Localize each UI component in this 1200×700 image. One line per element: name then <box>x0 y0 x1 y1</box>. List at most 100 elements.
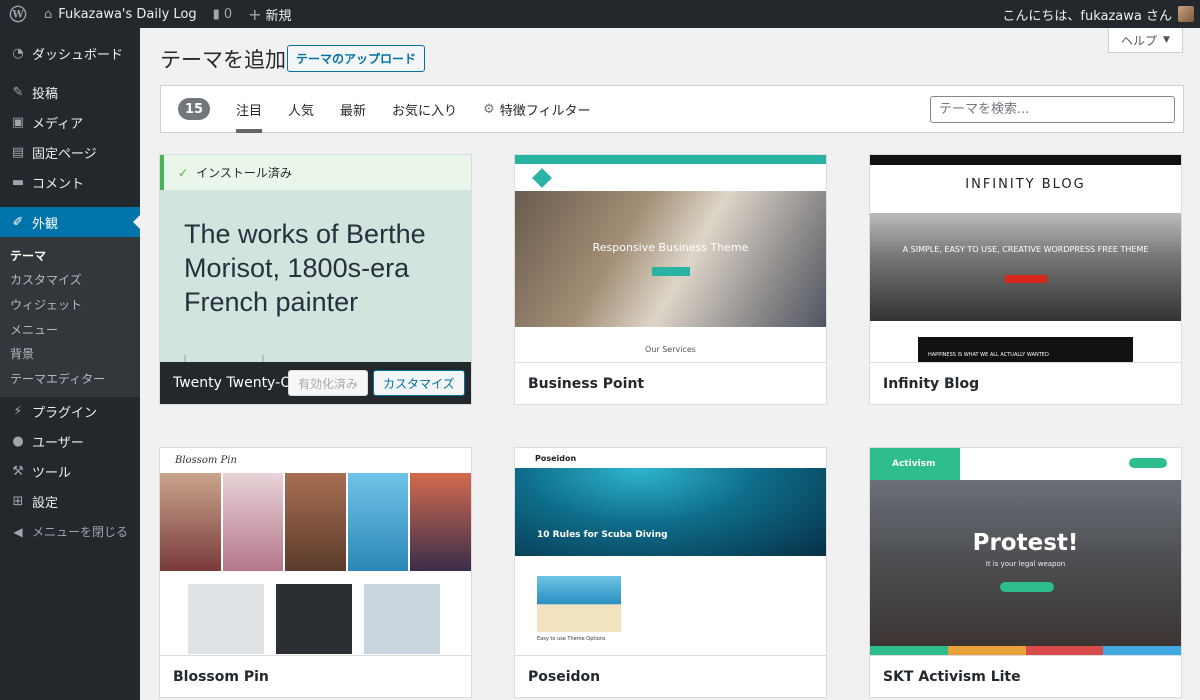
new-content-link[interactable]: + 新規 <box>240 0 299 28</box>
comments-link[interactable]: ▮ 0 <box>205 0 240 28</box>
admin-sidebar: ◔ ダッシュボード ✎ 投稿 ▣ メディア ▤ 固定ページ ▬ コメント ✐ 外観 テーマ … <box>0 28 140 700</box>
new-label: 新規 <box>265 8 292 24</box>
submenu-background[interactable]: 背景 <box>0 341 140 366</box>
theme-name: SKT Activism Lite <box>870 655 1181 697</box>
menu-collapse[interactable]: ◀ メニューを閉じる <box>0 517 140 547</box>
menu-label: ダッシュボード <box>32 47 124 63</box>
preview-image <box>537 576 621 632</box>
settings-icon: ⊞ <box>12 494 24 510</box>
submenu-widgets[interactable]: ウィジェット <box>0 292 140 317</box>
wrench-icon: ⚒ <box>12 464 24 480</box>
wordpress-logo-icon[interactable]: W <box>0 0 36 28</box>
checkmark-icon: ✓ <box>178 165 189 180</box>
menu-comments[interactable]: ▬ コメント <box>0 167 140 197</box>
menu-label: メニューを閉じる <box>32 525 129 540</box>
upload-theme-button[interactable]: テーマのアップロード <box>287 45 426 72</box>
preview-hero: Protest! It is your legal weapon <box>870 480 1181 655</box>
theme-filter-bar: 15 注目 人気 最新 お気に入り ⚙ 特徴フィルター <box>160 85 1184 133</box>
theme-preview-text: The works of Berthe Morisot, 1800s-era F… <box>184 219 426 317</box>
theme-name: Twenty Twenty-One <box>173 375 288 391</box>
preview-photo-row <box>188 584 440 654</box>
feature-filter-button[interactable]: ⚙ 特徴フィルター <box>483 100 590 119</box>
help-label: ヘルプ <box>1121 33 1158 48</box>
preview-headline: Protest! <box>972 530 1079 556</box>
menu-label: メディア <box>32 116 84 132</box>
account-menu[interactable]: こんにちは、fukazawa さん <box>994 0 1200 28</box>
comment-icon: ▬ <box>11 174 25 190</box>
preview-caption: Easy to use Theme Options <box>537 636 606 642</box>
menu-dashboard[interactable]: ◔ ダッシュボード <box>0 38 140 68</box>
preview-logo: Blossom Pin <box>175 454 237 466</box>
user-icon: ● <box>12 434 24 450</box>
submenu-customize[interactable]: カスタマイズ <box>0 268 140 293</box>
tab-popular[interactable]: 人気 <box>288 85 314 133</box>
active-theme-bar: Twenty Twenty-One 有効化済み カスタマイズ <box>160 362 471 404</box>
preview-headline: 10 Rules for Scuba Diving <box>537 530 668 540</box>
tab-featured[interactable]: 注目 <box>236 85 263 133</box>
menu-label: ユーザー <box>32 436 84 452</box>
theme-card-skt-activism-lite[interactable]: Activism Protest! It is your legal weapo… <box>869 447 1182 698</box>
theme-card-infinity-blog[interactable]: INFINITY BLOG A SIMPLE, EASY TO USE, CRE… <box>869 154 1182 405</box>
site-name: Fukazawa's Daily Log <box>58 6 197 22</box>
feature-filter-label: 特徴フィルター <box>499 103 591 119</box>
page-title: テーマを追加 <box>160 48 286 72</box>
theme-screenshot: INFINITY BLOG A SIMPLE, EASY TO USE, CRE… <box>870 155 1181 362</box>
preview-nav: Activism <box>870 448 1181 480</box>
tab-favorites[interactable]: お気に入り <box>392 85 457 133</box>
preview-button <box>1005 275 1047 283</box>
installed-notice: ✓ インストール済み <box>160 155 471 190</box>
tab-latest[interactable]: 最新 <box>340 85 366 133</box>
preview-band-text: HAPPINESS IS WHAT WE ALL ACTUALLY WANTED <box>928 352 1049 358</box>
menu-pages[interactable]: ▤ 固定ページ <box>0 137 140 167</box>
theme-name: Poseidon <box>515 655 826 697</box>
theme-card-business-point[interactable]: Responsive Business Theme Our Services B… <box>514 154 827 405</box>
preview-logo: INFINITY BLOG <box>965 177 1086 192</box>
menu-appearance[interactable]: ✐ 外観 <box>0 207 140 237</box>
preview-band: HAPPINESS IS WHAT WE ALL ACTUALLY WANTED <box>918 337 1133 362</box>
theme-search-input[interactable] <box>930 96 1175 123</box>
appearance-submenu: テーマ カスタマイズ ウィジェット メニュー 背景 テーマエディター <box>0 237 140 397</box>
preview-tagline: A SIMPLE, EASY TO USE, CREATIVE WORDPRES… <box>902 245 1149 254</box>
theme-screenshot: Activism Protest! It is your legal weapo… <box>870 448 1181 655</box>
menu-settings[interactable]: ⊞ 設定 <box>0 487 140 517</box>
submenu-theme-editor[interactable]: テーマエディター <box>0 366 140 391</box>
menu-tools[interactable]: ⚒ ツール <box>0 457 140 487</box>
theme-card-blossom-pin[interactable]: Blossom Pin Blossom Pin <box>159 447 472 698</box>
customize-button[interactable]: カスタマイズ <box>373 370 465 396</box>
theme-card-twenty-twenty-one[interactable]: The works of Berthe Morisot, 1800s-era F… <box>159 154 472 405</box>
menu-media[interactable]: ▣ メディア <box>0 107 140 137</box>
menu-posts[interactable]: ✎ 投稿 <box>0 77 140 107</box>
theme-screenshot: Responsive Business Theme Our Services <box>515 155 826 362</box>
plugin-icon: ⚡ <box>13 404 23 420</box>
plus-icon: + <box>248 4 262 24</box>
menu-users[interactable]: ● ユーザー <box>0 427 140 457</box>
preview-body: Easy to use Theme Options <box>537 570 717 642</box>
menu-label: ツール <box>32 466 72 482</box>
theme-card-poseidon[interactable]: Poseidon 10 Rules for Scuba Diving Easy … <box>514 447 827 698</box>
theme-screenshot: Poseidon 10 Rules for Scuba Diving Easy … <box>515 448 826 655</box>
caret-down-icon: ▼ <box>1163 35 1170 45</box>
menu-label: 固定ページ <box>32 146 97 162</box>
gear-icon: ⚙ <box>483 101 495 117</box>
preview-photo-grid <box>160 473 471 571</box>
help-button[interactable]: ヘルプ ▼ <box>1108 28 1183 53</box>
dashboard-icon: ◔ <box>12 45 24 61</box>
submenu-themes[interactable]: テーマ <box>0 243 140 268</box>
collapse-icon: ◀ <box>13 524 23 539</box>
brush-icon: ✐ <box>12 214 24 230</box>
activated-button: 有効化済み <box>288 370 369 396</box>
avatar <box>1178 6 1194 22</box>
preview-topbar <box>515 155 826 164</box>
menu-label: 外観 <box>32 216 59 232</box>
preview-logo: Poseidon <box>535 453 577 463</box>
site-name-link[interactable]: ⌂ Fukazawa's Daily Log <box>36 0 205 28</box>
menu-label: 設定 <box>32 496 59 512</box>
home-icon: ⌂ <box>44 6 53 22</box>
preview-logo: Activism <box>870 448 960 480</box>
theme-name: Blossom Pin <box>160 655 471 697</box>
submenu-menus[interactable]: メニュー <box>0 317 140 342</box>
pushpin-icon: ✎ <box>12 84 24 100</box>
preview-color-stripes <box>870 646 1181 655</box>
menu-plugins[interactable]: ⚡ プラグイン <box>0 397 140 427</box>
preview-donate-button <box>1129 458 1167 468</box>
